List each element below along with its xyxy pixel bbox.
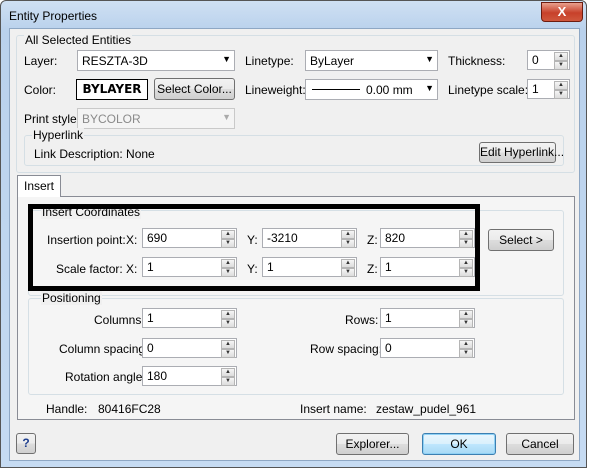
spin-down-icon[interactable]: ▼ [221, 349, 235, 358]
all-selected-entities-label: All Selected Entities [24, 33, 133, 47]
chevron-down-icon: ▼ [222, 112, 231, 122]
linetype-scale-value: 1 [532, 82, 539, 96]
spin-down-icon[interactable]: ▼ [221, 377, 235, 386]
thickness-label: Thickness: [448, 54, 506, 68]
print-style-select: BYCOLOR ▼ [77, 108, 235, 129]
column-spacing-spinner[interactable]: ▲ ▼ [221, 340, 235, 358]
color-label: Color: [24, 83, 57, 97]
rotation-angle-spinner[interactable]: ▲ ▼ [221, 368, 235, 386]
linetype-value: ByLayer [310, 54, 355, 68]
rows-field[interactable]: 1 ▲ ▼ [380, 308, 475, 328]
linetype-select[interactable]: ByLayer ▼ [305, 50, 438, 71]
spin-down-icon[interactable]: ▼ [554, 90, 568, 99]
spin-up-icon[interactable]: ▲ [554, 52, 568, 61]
row-spacing-spinner[interactable]: ▲ ▼ [459, 340, 473, 358]
dialog-client: All Selected Entities Layer: RESZTA-3D ▼… [9, 28, 580, 461]
row-spacing-label: Row spacing: [310, 342, 383, 356]
thickness-spinner[interactable]: ▲ ▼ [554, 52, 568, 70]
entity-properties-window: Entity Properties X All Selected Entitie… [0, 0, 587, 468]
lineweight-value: 0.00 mm [366, 83, 413, 97]
linetype-scale-label: Linetype scale: [448, 83, 529, 97]
spin-up-icon[interactable]: ▲ [554, 81, 568, 90]
edit-hyperlink-button[interactable]: Edit Hyperlink... [479, 142, 564, 163]
rotation-angle-label: Rotation angle: [65, 370, 146, 384]
insert-name-value: zestaw_pudel_961 [376, 402, 477, 416]
layer-value: RESZTA-3D [82, 54, 148, 68]
hyperlink-label: Hyperlink [32, 128, 85, 142]
columns-label: Columns: [94, 313, 145, 327]
link-description: Link Description: None [34, 147, 155, 161]
columns-spinner[interactable]: ▲ ▼ [221, 310, 235, 328]
rotation-angle-value: 180 [147, 369, 168, 383]
spin-up-icon[interactable]: ▲ [459, 310, 473, 319]
column-spacing-label: Column spacing: [59, 342, 149, 356]
linetype-scale-field[interactable]: 1 ▲ ▼ [527, 79, 570, 99]
rotation-angle-field[interactable]: 180 ▲ ▼ [142, 366, 237, 386]
handle-value: 80416FC28 [98, 402, 161, 416]
print-style-value: BYCOLOR [82, 112, 141, 126]
select-insertion-point-button[interactable]: Select > [488, 229, 554, 251]
chevron-down-icon: ▼ [222, 54, 231, 64]
color-swatch: BYLAYER [76, 79, 148, 100]
linetype-scale-spinner[interactable]: ▲ ▼ [554, 81, 568, 99]
chevron-down-icon: ▼ [425, 54, 434, 64]
ok-button[interactable]: OK [422, 433, 496, 455]
rows-value: 1 [385, 311, 392, 325]
print-style-label: Print style: [24, 112, 81, 126]
column-spacing-field[interactable]: 0 ▲ ▼ [142, 338, 237, 358]
rows-label: Rows: [345, 313, 379, 327]
window-title: Entity Properties [9, 9, 98, 23]
spin-up-icon[interactable]: ▲ [221, 368, 235, 377]
chevron-down-icon: ▼ [425, 83, 434, 93]
spin-down-icon[interactable]: ▼ [459, 319, 473, 328]
spin-up-icon[interactable]: ▲ [221, 310, 235, 319]
highlight-rectangle [28, 204, 480, 291]
lineweight-line-sample [312, 89, 360, 90]
spin-down-icon[interactable]: ▼ [459, 349, 473, 358]
explorer-button[interactable]: Explorer... [336, 433, 409, 455]
row-spacing-field[interactable]: 0 ▲ ▼ [380, 338, 475, 358]
title-bar[interactable]: Entity Properties X [1, 1, 588, 31]
lineweight-label: Lineweight: [245, 83, 306, 97]
spin-up-icon[interactable]: ▲ [221, 340, 235, 349]
layer-select[interactable]: RESZTA-3D ▼ [77, 50, 235, 71]
spin-up-icon[interactable]: ▲ [459, 340, 473, 349]
layer-label: Layer: [24, 54, 58, 68]
spin-down-icon[interactable]: ▼ [221, 319, 235, 328]
columns-field[interactable]: 1 ▲ ▼ [142, 308, 237, 328]
select-color-button[interactable]: Select Color... [154, 78, 235, 100]
tab-insert[interactable]: Insert [17, 175, 61, 197]
help-button[interactable]: ? [16, 433, 36, 454]
column-spacing-value: 0 [147, 341, 154, 355]
cancel-button[interactable]: Cancel [506, 433, 574, 455]
insert-name-label: Insert name: [300, 402, 367, 416]
positioning-label: Positioning [41, 291, 102, 305]
thickness-value: 0 [532, 53, 539, 67]
columns-value: 1 [147, 311, 154, 325]
linetype-label: Linetype: [245, 54, 294, 68]
close-button[interactable]: X [541, 2, 583, 22]
handle-label: Handle: [46, 402, 88, 416]
lineweight-select[interactable]: 0.00 mm ▼ [305, 79, 438, 100]
row-spacing-value: 0 [385, 341, 392, 355]
spin-down-icon[interactable]: ▼ [554, 61, 568, 70]
thickness-field[interactable]: 0 ▲ ▼ [527, 50, 570, 70]
rows-spinner[interactable]: ▲ ▼ [459, 310, 473, 328]
